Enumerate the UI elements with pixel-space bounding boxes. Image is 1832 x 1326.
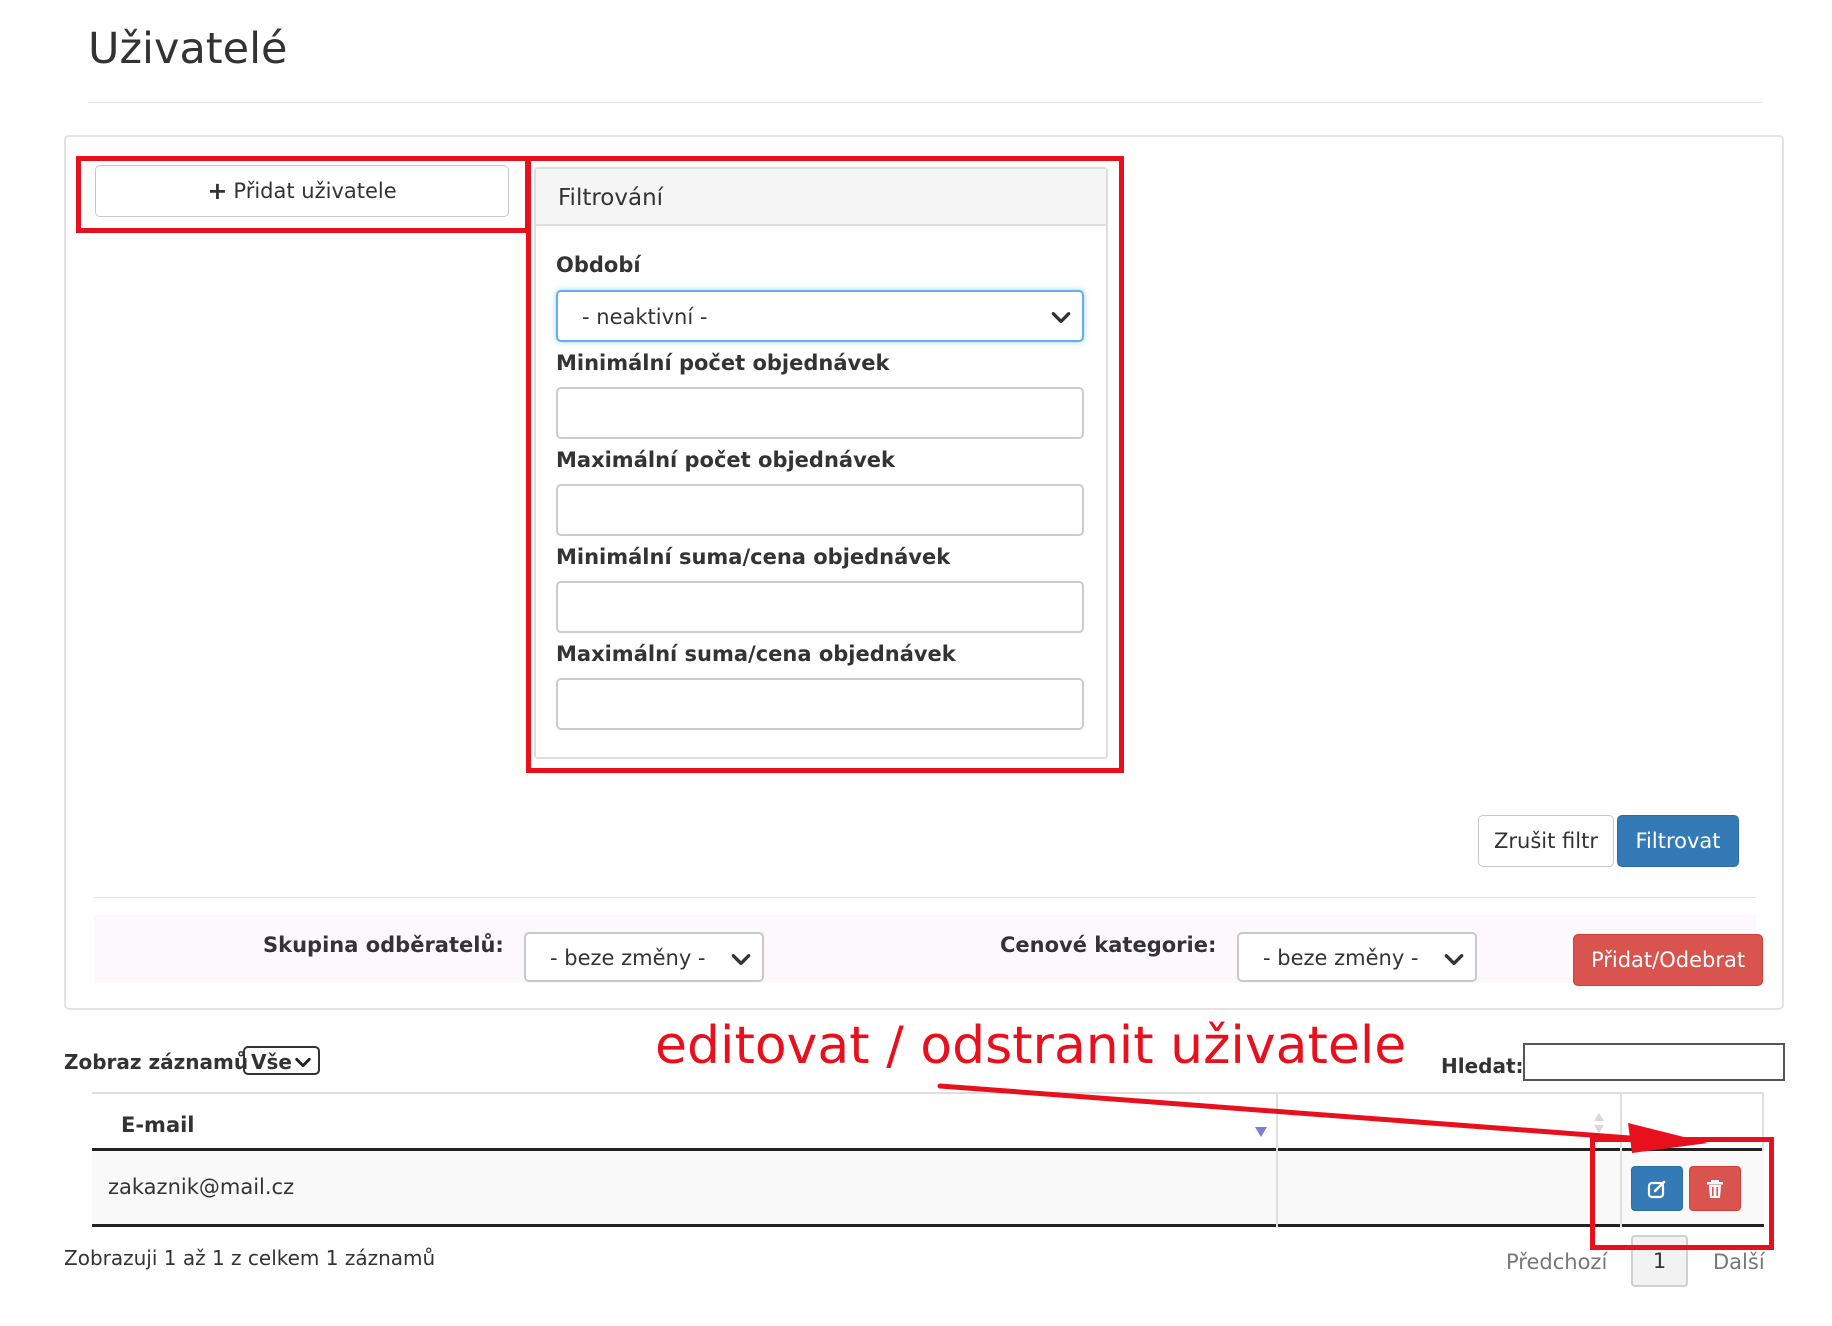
next-page-link[interactable]: Další xyxy=(1713,1250,1765,1274)
apply-filter-button[interactable]: Filtrovat xyxy=(1617,815,1739,867)
sort-desc-icon xyxy=(1255,1127,1267,1137)
table-row: zakaznik@mail.cz xyxy=(92,1151,1764,1227)
price-category-value: - beze změny - xyxy=(1263,946,1419,970)
search-label: Hledat: xyxy=(1441,1054,1524,1078)
column-2-header[interactable] xyxy=(1280,1094,1620,1150)
customer-group-value: - beze změny - xyxy=(550,946,706,970)
price-category-label: Cenové kategorie: xyxy=(1000,933,1217,957)
column-divider xyxy=(1276,1092,1278,1227)
annotation-text: editovat / odstranit uživatele xyxy=(655,1016,1407,1076)
highlight-row-actions xyxy=(1590,1137,1774,1250)
highlight-filter xyxy=(526,156,1124,773)
row-email-cell: zakaznik@mail.cz xyxy=(108,1175,295,1199)
add-remove-button[interactable]: Přidat/Odebrat xyxy=(1573,934,1763,986)
clear-filter-button[interactable]: Zrušit filtr xyxy=(1478,815,1614,867)
chevron-down-icon xyxy=(295,1057,311,1068)
search-input[interactable] xyxy=(1523,1043,1785,1081)
chevron-down-icon xyxy=(1444,954,1464,966)
page-title: Uživatelé xyxy=(88,24,288,74)
customer-group-select[interactable]: - beze změny - xyxy=(524,932,764,982)
length-select-value: Vše xyxy=(251,1050,292,1074)
length-select[interactable]: Vše xyxy=(243,1046,320,1075)
prev-page-link[interactable]: Předchozí xyxy=(1506,1250,1607,1274)
title-divider xyxy=(88,102,1762,103)
table-info: Zobrazuji 1 až 1 z celkem 1 záznamů xyxy=(64,1246,436,1270)
users-table: E-mail zakaznik@mail.cz xyxy=(92,1092,1764,1229)
chevron-down-icon xyxy=(731,954,751,966)
price-category-select[interactable]: - beze změny - xyxy=(1237,932,1477,982)
mass-actions-divider xyxy=(94,897,1756,898)
length-label: Zobraz záznamů xyxy=(64,1050,249,1074)
customer-group-label: Skupina odběratelů: xyxy=(263,933,504,957)
highlight-add-user xyxy=(76,156,530,233)
table-header-row: E-mail xyxy=(92,1092,1764,1151)
column-email-header[interactable]: E-mail xyxy=(121,1113,195,1137)
sort-both-icon xyxy=(1594,1113,1604,1133)
